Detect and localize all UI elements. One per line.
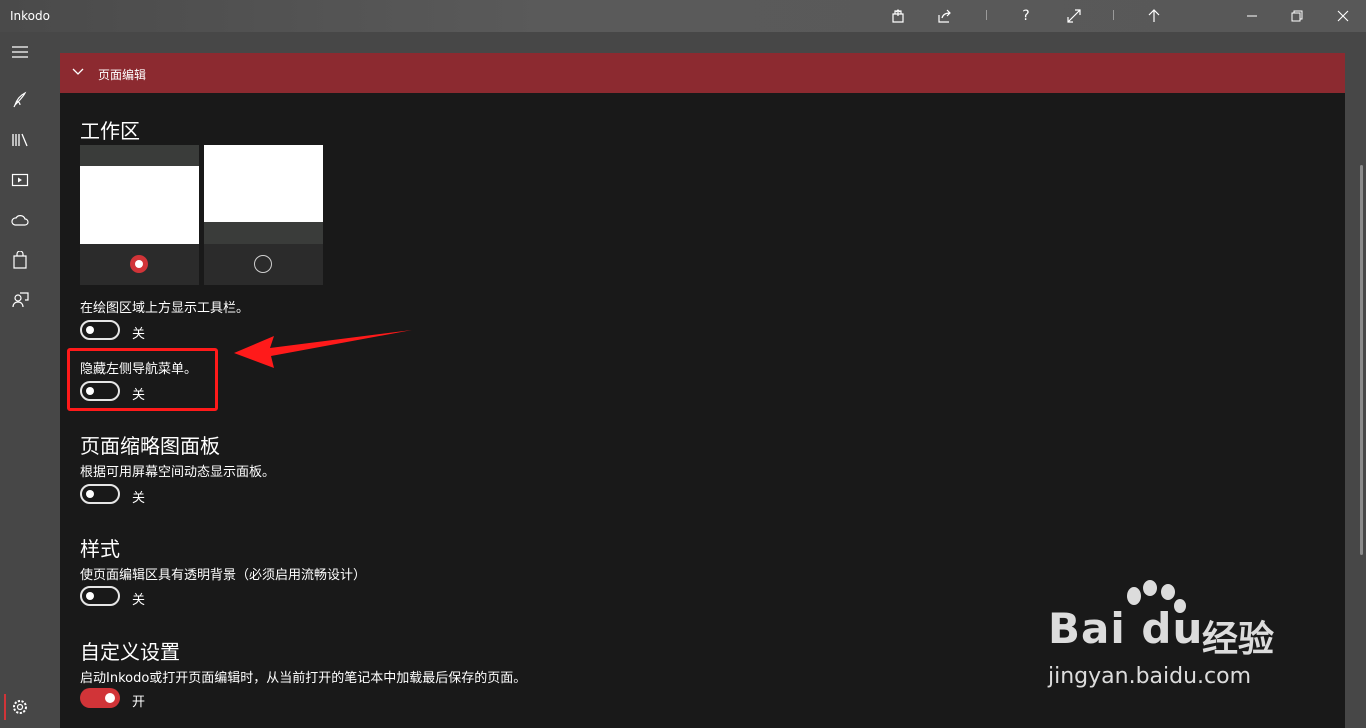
library-icon[interactable] [0, 120, 40, 160]
toolbar-separator [1113, 10, 1114, 20]
toggle-thumbnail-panel[interactable] [80, 484, 120, 504]
toggle-state-label: 关 [132, 491, 146, 506]
thumbnail-panel-heading: 页面缩略图面板 [80, 434, 220, 458]
navigation-rail [0, 32, 40, 728]
toggle-state-label: 关 [132, 593, 146, 608]
toggle-load-last-page[interactable] [80, 688, 120, 708]
share-icon[interactable] [935, 6, 955, 26]
annotation-highlight-box [67, 348, 218, 411]
workspace-heading: 工作区 [80, 119, 140, 143]
radio-selected[interactable] [130, 255, 148, 273]
toolbar-preview [80, 145, 199, 166]
active-indicator [4, 694, 6, 720]
canvas-preview [204, 145, 323, 222]
setting-label-custom: 启动Inkodo或打开页面编辑时，从当前打开的笔记本中加载最后保存的页面。 [80, 671, 527, 686]
vertical-scrollbar[interactable] [1360, 165, 1363, 555]
help-icon[interactable]: ? [1016, 6, 1036, 26]
setting-label-style: 使页面编辑区具有透明背景（必须启用流畅设计） [80, 568, 367, 583]
custom-settings-heading: 自定义设置 [80, 640, 180, 664]
app-title: Inkodo [10, 9, 50, 23]
style-heading: 样式 [80, 537, 120, 561]
radio-unselected[interactable] [254, 255, 272, 273]
chevron-down-icon [72, 68, 84, 75]
store-bag-icon[interactable] [0, 240, 40, 280]
fullscreen-icon[interactable] [1064, 6, 1084, 26]
toggle-toolbar-top[interactable] [80, 320, 120, 340]
toggle-state-label: 开 [132, 695, 146, 710]
watermark-cn: 经验 [1202, 619, 1275, 660]
title-bar: Inkodo ? [0, 0, 1366, 32]
section-title: 页面编辑 [98, 68, 147, 82]
slideshow-icon[interactable] [0, 160, 40, 200]
canvas-preview [80, 166, 199, 244]
minimize-icon[interactable] [1242, 6, 1262, 26]
toggle-transparent-background[interactable] [80, 586, 120, 606]
setting-label-toolbar-top: 在绘图区域上方显示工具栏。 [80, 301, 250, 316]
settings-icon[interactable] [0, 687, 40, 727]
baidu-jingyan-watermark: Bai du 经验 jingyan.baidu.com [1040, 580, 1300, 700]
hamburger-menu-icon[interactable] [0, 32, 40, 72]
toggle-state-label: 关 [132, 327, 146, 342]
annotation-arrow-icon [234, 330, 412, 368]
cloud-icon[interactable] [0, 200, 40, 240]
export-icon[interactable] [888, 6, 908, 26]
section-header-page-editing[interactable]: 页面编辑 [60, 53, 1345, 93]
setting-label-thumbnail: 根据可用屏幕空间动态显示面板。 [80, 465, 276, 480]
restore-icon[interactable] [1287, 6, 1307, 26]
toolbar-preview [204, 222, 323, 244]
pen-icon[interactable] [0, 80, 40, 120]
close-icon[interactable] [1333, 6, 1353, 26]
feedback-icon[interactable] [0, 280, 40, 320]
toolbar-bottom-layout[interactable] [204, 145, 323, 285]
pin-top-icon[interactable] [1144, 6, 1164, 26]
toolbar-separator [986, 10, 987, 20]
toolbar-top-layout[interactable] [80, 145, 199, 285]
watermark-url: jingyan.baidu.com [1048, 664, 1252, 689]
watermark-logo: Bai du [1048, 604, 1204, 653]
